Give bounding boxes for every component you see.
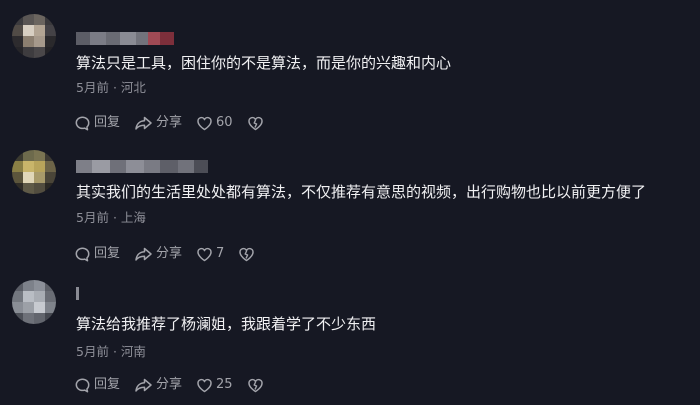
- share-button[interactable]: 分享: [134, 375, 182, 395]
- comment-meta: 5月前 · 河南: [76, 344, 146, 360]
- comment-text: 算法给我推荐了杨澜姐，我跟着学了不少东西: [76, 315, 377, 333]
- comment-location: 河南: [120, 344, 146, 359]
- share-label: 分享: [156, 377, 183, 392]
- like-button[interactable]: 25: [196, 375, 233, 395]
- comment-actions: 回复 分享 7: [74, 244, 258, 264]
- share-label: 分享: [156, 246, 183, 261]
- dislike-button[interactable]: [247, 115, 267, 132]
- broken-heart-icon: [247, 378, 263, 392]
- broken-heart-icon: [247, 116, 263, 130]
- reply-icon: [75, 377, 90, 392]
- reply-icon: [75, 246, 90, 261]
- comment-location: 河北: [120, 80, 146, 95]
- comment-actions: 回复 分享 60: [74, 113, 267, 133]
- reply-label: 回复: [94, 377, 121, 392]
- share-icon: [135, 247, 152, 261]
- share-button[interactable]: 分享: [134, 244, 182, 264]
- comment-meta: 5月前 · 上海: [76, 210, 146, 226]
- avatar[interactable]: [12, 14, 56, 58]
- reply-icon: [75, 115, 90, 130]
- heart-icon: [197, 247, 212, 261]
- comment-text: 其实我们的生活里处处都有算法，不仅推荐有意思的视频，出行购物也比以前更方便了: [76, 183, 647, 201]
- reply-button[interactable]: 回复: [74, 113, 120, 133]
- reply-label: 回复: [94, 115, 121, 130]
- username-blurred[interactable]: [76, 32, 174, 45]
- heart-icon: [197, 116, 212, 130]
- meta-separator: ·: [112, 210, 117, 225]
- share-button[interactable]: 分享: [134, 113, 182, 133]
- avatar[interactable]: [12, 150, 56, 194]
- reply-label: 回复: [94, 246, 121, 261]
- username-blurred[interactable]: [76, 287, 79, 300]
- like-count: 7: [216, 246, 225, 261]
- comment-meta: 5月前 · 河北: [76, 80, 146, 96]
- comment-time: 5月前: [76, 80, 109, 95]
- username-blurred[interactable]: [76, 160, 208, 173]
- like-button[interactable]: 60: [196, 113, 233, 133]
- comment-text: 算法只是工具，困住你的不是算法，而是你的兴趣和内心: [76, 54, 452, 72]
- comment-time: 5月前: [76, 210, 109, 225]
- heart-icon: [197, 378, 212, 392]
- broken-heart-icon: [239, 247, 255, 261]
- comment-actions: 回复 分享 25: [74, 375, 267, 395]
- share-icon: [135, 378, 152, 392]
- reply-button[interactable]: 回复: [74, 244, 120, 264]
- meta-separator: ·: [112, 344, 117, 359]
- comment-location: 上海: [120, 210, 146, 225]
- dislike-button[interactable]: [238, 246, 258, 263]
- comment-time: 5月前: [76, 344, 109, 359]
- dislike-button[interactable]: [247, 377, 267, 394]
- meta-separator: ·: [112, 80, 117, 95]
- like-button[interactable]: 7: [196, 244, 224, 264]
- reply-button[interactable]: 回复: [74, 375, 120, 395]
- like-count: 25: [216, 377, 233, 392]
- like-count: 60: [216, 115, 233, 130]
- share-label: 分享: [156, 115, 183, 130]
- share-icon: [135, 116, 152, 130]
- avatar[interactable]: [12, 280, 56, 324]
